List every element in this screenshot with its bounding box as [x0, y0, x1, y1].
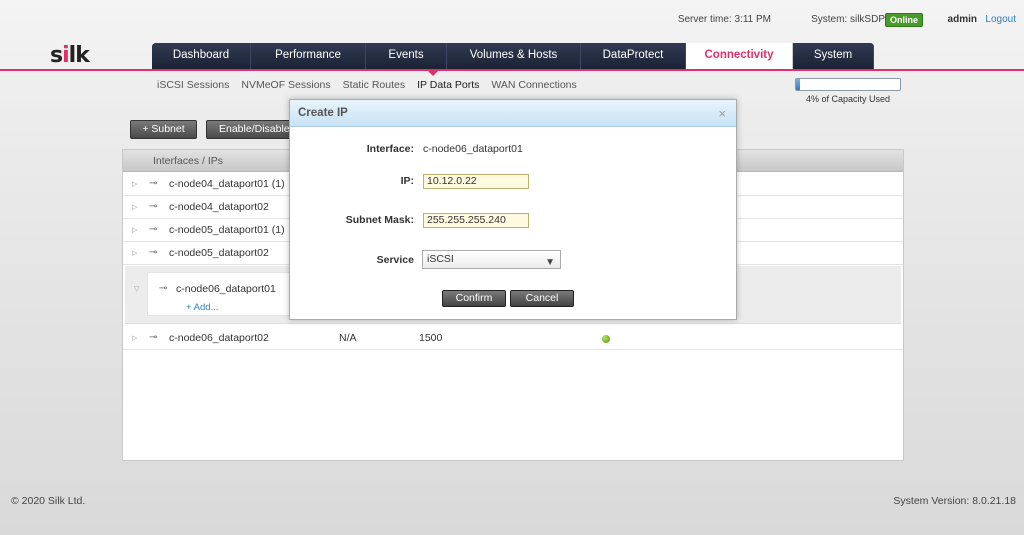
port-icon: ⊸ [149, 247, 158, 258]
active-subtab-indicator [428, 71, 438, 76]
cell-mtu: 1500 [419, 332, 443, 344]
dropdown-arrow-icon: ▼ [545, 257, 555, 268]
cell-value: N/A [339, 332, 357, 344]
tab-dataprotect[interactable]: DataProtect [581, 43, 686, 70]
add-subnet-button[interactable]: + Subnet [130, 120, 197, 139]
capacity-label: 4% of Capacity Used [805, 94, 891, 104]
interface-name: c-node04_dataport02 [169, 201, 269, 213]
service-selected-value: iSCSI [427, 253, 454, 265]
tab-events[interactable]: Events [366, 43, 447, 70]
subtab-nvmeof-sessions[interactable]: NVMeOF Sessions [241, 79, 330, 91]
expand-icon[interactable]: ▷ [132, 226, 137, 234]
port-icon: ⊸ [149, 332, 158, 343]
system-name: System: silkSDP [811, 13, 885, 25]
cancel-button[interactable]: Cancel [510, 290, 574, 307]
tab-performance[interactable]: Performance [251, 43, 366, 70]
capacity-bar-fill [796, 79, 801, 90]
expand-icon[interactable]: ▷ [132, 334, 137, 342]
status-indicator-icon [602, 335, 610, 343]
subtab-wan-connections[interactable]: WAN Connections [491, 79, 576, 91]
confirm-button[interactable]: Confirm [442, 290, 506, 307]
dialog-title: Create IP [290, 100, 736, 127]
subtab-iscsi-sessions[interactable]: iSCSI Sessions [157, 79, 229, 91]
tab-volumes-hosts[interactable]: Volumes & Hosts [447, 43, 581, 70]
user-name: admin [947, 13, 977, 25]
interface-name: c-node05_dataport01 (1) [169, 224, 285, 236]
interface-name: c-node05_dataport02 [169, 247, 269, 259]
subtab-ip-data-ports[interactable]: IP Data Ports [417, 79, 479, 91]
interface-name: c-node06_dataport01 [176, 283, 276, 295]
add-ip-link[interactable]: + Add... [186, 302, 219, 313]
subnet-mask-label: Subnet Mask: [345, 214, 414, 226]
table-row[interactable]: ▷ ⊸ c-node06_dataport02 N/A 1500 [123, 327, 903, 350]
logout-link[interactable]: Logout [985, 14, 1016, 25]
port-icon: ⊸ [159, 283, 168, 294]
interface-name: c-node04_dataport01 (1) [169, 178, 285, 190]
expand-icon[interactable]: ▷ [132, 249, 137, 257]
enable-disable-button[interactable]: Enable/Disable [206, 120, 290, 139]
subtab-static-routes[interactable]: Static Routes [343, 79, 405, 91]
port-icon: ⊸ [149, 178, 158, 189]
tab-connectivity[interactable]: Connectivity [686, 43, 793, 70]
silk-logo: silk [50, 43, 90, 68]
ip-input[interactable]: 10.12.0.22 [423, 174, 529, 189]
service-label: Service [376, 254, 414, 266]
capacity-meter: 4% of Capacity Used [795, 78, 901, 104]
capacity-bar [795, 78, 901, 91]
interface-name: c-node06_dataport02 [169, 332, 269, 344]
expand-icon[interactable]: ▷ [132, 180, 137, 188]
nav-accent-line [0, 69, 1024, 71]
subnet-mask-input[interactable]: 255.255.255.240 [423, 213, 529, 228]
sub-nav: iSCSI Sessions NVMeOF Sessions Static Ro… [157, 79, 577, 91]
service-select[interactable]: iSCSI ▼ [422, 250, 561, 269]
expand-icon[interactable]: ▷ [132, 203, 137, 211]
copyright: © 2020 Silk Ltd. [11, 495, 86, 507]
create-ip-dialog: Create IP × Interface: c-node06_dataport… [289, 99, 737, 320]
collapse-icon[interactable]: ▽ [134, 285, 139, 293]
server-time: Server time: 3:11 PM [677, 13, 771, 25]
interface-value: c-node06_dataport01 [423, 143, 523, 155]
tab-dashboard[interactable]: Dashboard [152, 43, 251, 70]
interface-label: Interface: [366, 143, 414, 155]
system-version: System Version: 8.0.21.18 [893, 495, 1016, 507]
ip-label: IP: [400, 175, 414, 187]
status-badge: Online [884, 13, 923, 27]
close-icon[interactable]: × [718, 106, 726, 121]
tab-system[interactable]: System [793, 43, 874, 70]
main-nav: Dashboard Performance Events Volumes & H… [152, 43, 874, 70]
port-icon: ⊸ [149, 201, 158, 212]
port-icon: ⊸ [149, 224, 158, 235]
